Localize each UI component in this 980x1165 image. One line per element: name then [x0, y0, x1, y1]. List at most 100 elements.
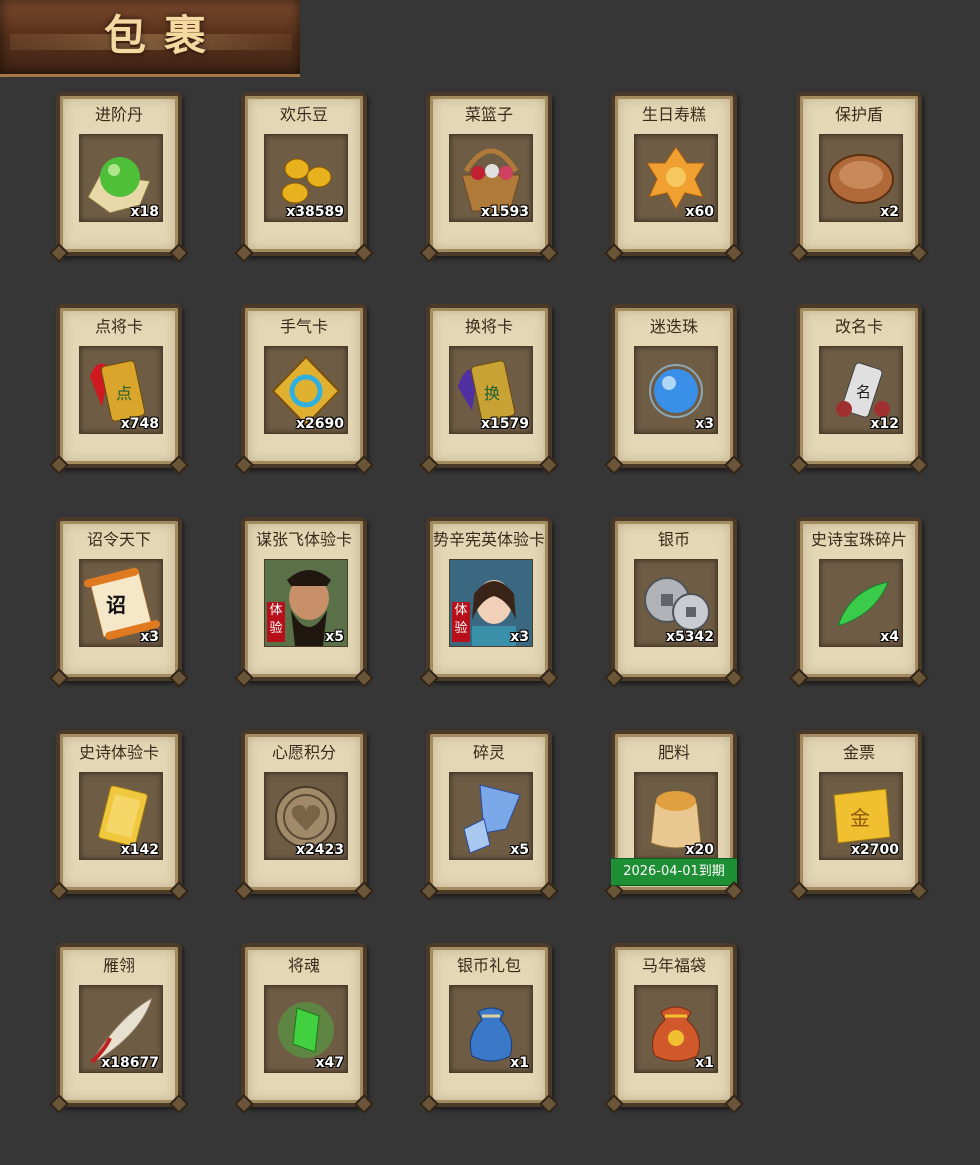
xin-xianying-portrait-icon: 体验 x3 — [449, 559, 533, 647]
inventory-item[interactable]: 点将卡 点 x748 — [56, 304, 182, 468]
item-name: 肥料 — [657, 743, 690, 762]
inventory-item[interactable]: 谋张飞体验卡 体验 x5 — [241, 517, 367, 681]
gold-ticket-icon: 金 x2700 — [819, 772, 903, 860]
item-count: x47 — [315, 1055, 344, 1071]
item-count: x4 — [880, 629, 899, 645]
inventory-item[interactable]: 欢乐豆 x38589 — [241, 92, 367, 256]
inventory-item[interactable]: 菜篮子 x1593 — [426, 92, 552, 256]
item-name: 手气卡 — [279, 317, 328, 336]
item-name: 心愿积分 — [271, 743, 336, 762]
inventory-item[interactable]: 进阶丹 x18 — [56, 92, 182, 256]
item-name: 菜篮子 — [464, 105, 513, 124]
item-count: x2690 — [296, 416, 344, 432]
inventory-item[interactable]: 银币 x5342 — [611, 517, 737, 681]
item-name: 换将卡 — [464, 317, 513, 336]
general-card-icon: 点 x748 — [79, 346, 163, 434]
item-name: 史诗体验卡 — [78, 743, 159, 762]
rename-card-icon: 名 x12 — [819, 346, 903, 434]
birthday-cake-icon: x60 — [634, 134, 718, 222]
trial-badge: 体验 — [452, 602, 470, 642]
inventory-item[interactable]: 银币礼包 x1 — [426, 943, 552, 1107]
item-count: x1579 — [481, 416, 529, 432]
item-name: 将魂 — [287, 956, 320, 975]
feather-icon: x18677 — [79, 985, 163, 1073]
item-name: 诏令天下 — [86, 530, 151, 549]
item-count: x3 — [140, 629, 159, 645]
inventory-item[interactable]: 肥料 x20 2026-04-01到期 — [611, 730, 737, 894]
item-count: x12 — [870, 416, 899, 432]
item-count: x60 — [685, 204, 714, 220]
item-name: 马年福袋 — [641, 956, 706, 975]
item-count: x1 — [510, 1055, 529, 1071]
item-name: 银币礼包 — [456, 956, 521, 975]
inventory-item[interactable]: 史诗宝珠碎片 x4 — [796, 517, 922, 681]
item-count: x2700 — [851, 842, 899, 858]
jade-shard-icon: x4 — [819, 559, 903, 647]
inventory-item[interactable]: 生日寿糕 x60 — [611, 92, 737, 256]
inventory-item[interactable]: 换将卡 换 x1579 — [426, 304, 552, 468]
item-name: 金票 — [842, 743, 875, 762]
svg-text:名: 名 — [856, 383, 871, 401]
item-name: 谋张飞体验卡 — [255, 530, 352, 549]
inventory-item[interactable]: 心愿积分 x2423 — [241, 730, 367, 894]
gold-card-icon: x142 — [79, 772, 163, 860]
svg-text:金: 金 — [850, 806, 870, 830]
lucky-bag-icon: x1 — [634, 985, 718, 1073]
inventory-item[interactable]: 迷迭珠 x3 — [611, 304, 737, 468]
item-name: 生日寿糕 — [641, 105, 706, 124]
inventory-item[interactable]: 保护盾 x2 — [796, 92, 922, 256]
item-count: x38589 — [286, 204, 344, 220]
swap-general-card-icon: 换 x1579 — [449, 346, 533, 434]
basket-icon: x1593 — [449, 134, 533, 222]
item-name: 欢乐豆 — [279, 105, 328, 124]
inventory-item[interactable]: 马年福袋 x1 — [611, 943, 737, 1107]
green-orb-icon: x18 — [79, 134, 163, 222]
inventory-item[interactable]: 雁翎 x18677 — [56, 943, 182, 1107]
item-count: x2423 — [296, 842, 344, 858]
luck-card-icon: x2690 — [264, 346, 348, 434]
expiry-banner: 2026-04-01到期 — [611, 858, 737, 886]
inventory-item[interactable]: 诏令天下 诏 x3 — [56, 517, 182, 681]
item-name: 保护盾 — [834, 105, 883, 124]
silver-coins-icon: x5342 — [634, 559, 718, 647]
inventory-item[interactable]: 将魂 x47 — [241, 943, 367, 1107]
item-count: x5 — [325, 629, 344, 645]
item-count: x142 — [120, 842, 159, 858]
item-count: x18677 — [101, 1055, 159, 1071]
item-name: 迷迭珠 — [649, 317, 698, 336]
item-count: x3 — [510, 629, 529, 645]
item-name: 势辛宪英体验卡 — [432, 530, 545, 549]
blue-orb-icon: x3 — [634, 346, 718, 434]
inventory-item[interactable]: 史诗体验卡 x142 — [56, 730, 182, 894]
svg-text:点: 点 — [116, 384, 132, 403]
item-name: 银币 — [657, 530, 690, 549]
zhang-fei-portrait-icon: 体验 x5 — [264, 559, 348, 647]
heart-coin-icon: x2423 — [264, 772, 348, 860]
item-name: 点将卡 — [94, 317, 143, 336]
round-shield-icon: x2 — [819, 134, 903, 222]
green-soul-crystal-icon: x47 — [264, 985, 348, 1073]
item-count: x5342 — [666, 629, 714, 645]
fertilizer-bag-icon: x20 — [634, 772, 718, 860]
inventory-item[interactable]: 手气卡 x2690 — [241, 304, 367, 468]
item-count: x2 — [880, 204, 899, 220]
item-count: x1593 — [481, 204, 529, 220]
inventory-grid: 进阶丹 x18 欢乐豆 x38589 菜篮子 x1593 生日寿糕 x60 保护盾 x2… — [0, 0, 980, 1165]
inventory-item[interactable]: 改名卡 名 x12 — [796, 304, 922, 468]
blue-pouch-icon: x1 — [449, 985, 533, 1073]
item-count: x3 — [695, 416, 714, 432]
page-title: 包裹 — [104, 11, 225, 60]
inventory-item[interactable]: 势辛宪英体验卡 体验 x3 — [426, 517, 552, 681]
trial-badge: 体验 — [267, 602, 285, 642]
item-count: x748 — [120, 416, 159, 432]
item-count: x20 — [685, 842, 714, 858]
item-name: 雁翎 — [102, 956, 135, 975]
edict-scroll-icon: 诏 x3 — [79, 559, 163, 647]
svg-text:换: 换 — [484, 384, 500, 403]
crystal-shard-icon: x5 — [449, 772, 533, 860]
inventory-item[interactable]: 碎灵 x5 — [426, 730, 552, 894]
item-name: 进阶丹 — [94, 105, 143, 124]
item-name: 碎灵 — [472, 743, 505, 762]
item-count: x18 — [130, 204, 159, 220]
inventory-item[interactable]: 金票 金 x2700 — [796, 730, 922, 894]
